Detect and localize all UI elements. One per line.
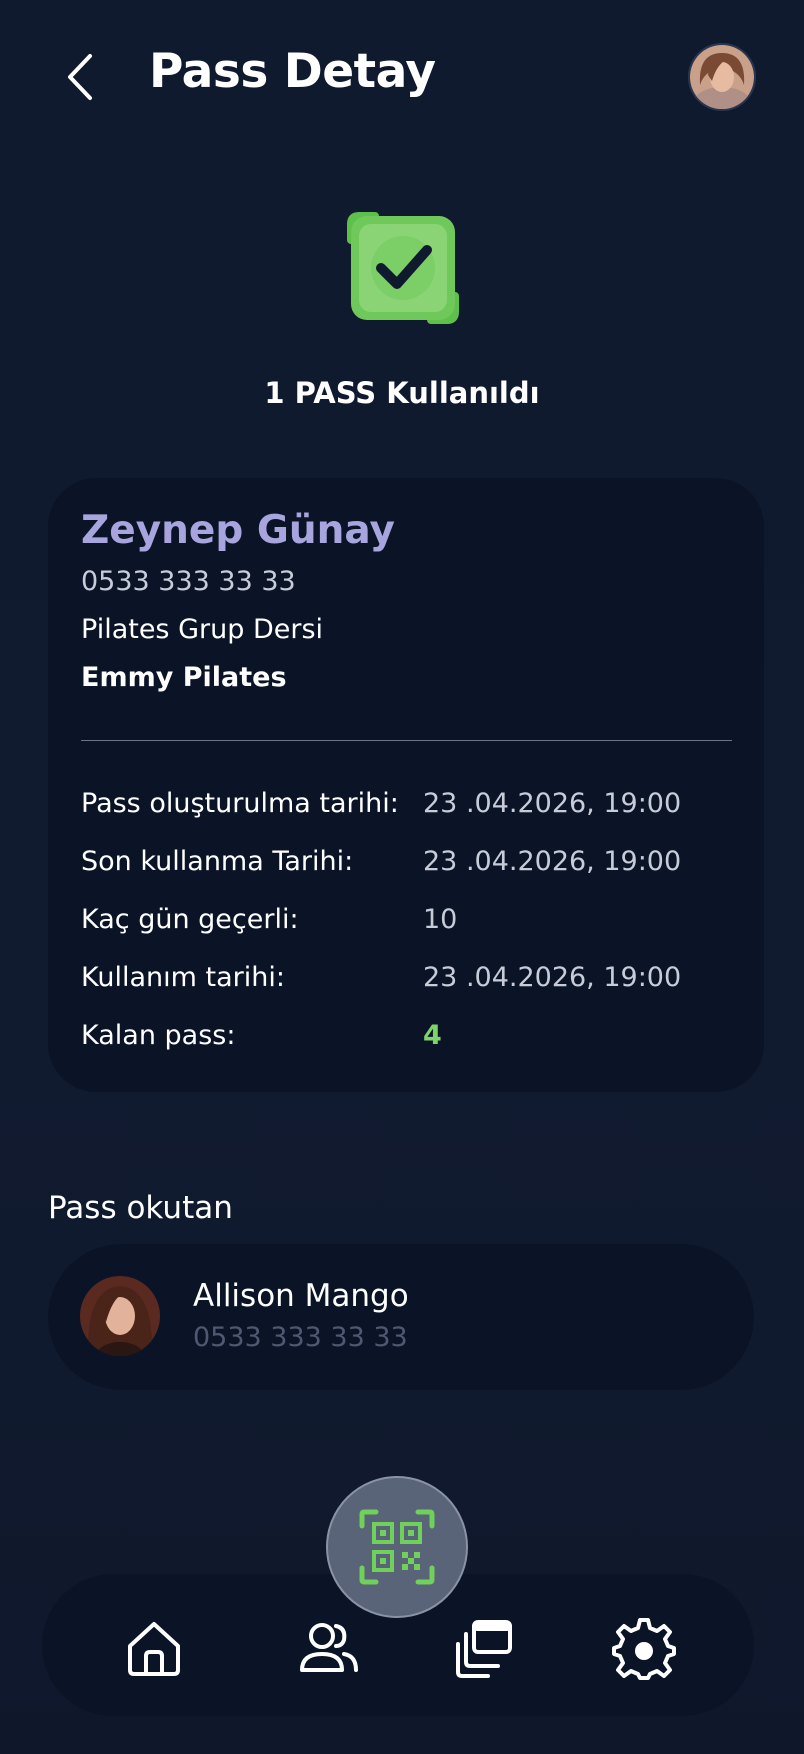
passes-icon	[456, 1620, 512, 1678]
remaining-pass-count: 4	[423, 1020, 442, 1051]
qr-scan-icon	[359, 1509, 435, 1585]
detail-label: Son kullanma Tarihi:	[81, 846, 354, 877]
header: Pass Detay	[0, 0, 804, 160]
member-phone: 0533 333 33 33	[81, 566, 296, 597]
scanner-phone: 0533 333 33 33	[193, 1322, 408, 1353]
pass-detail-card: Zeynep Günay 0533 333 33 33 Pilates Grup…	[48, 478, 764, 1092]
detail-label: Kalan pass:	[81, 1020, 236, 1051]
chevron-left-icon	[68, 54, 92, 100]
divider	[81, 740, 732, 741]
detail-row-validity: Kaç gün geçerli: 10	[81, 904, 741, 944]
detail-label: Pass oluşturulma tarihi:	[81, 788, 399, 819]
nav-passes[interactable]	[452, 1616, 516, 1680]
member-name: Zeynep Günay	[81, 508, 395, 553]
section-title: Pass okutan	[48, 1190, 233, 1226]
detail-value: 10	[423, 904, 458, 935]
detail-value: 23 .04.2026, 19:00	[423, 962, 682, 993]
detail-label: Kaç gün geçerli:	[81, 904, 299, 935]
back-button[interactable]	[62, 50, 102, 104]
detail-row-expiry: Son kullanma Tarihi: 23 .04.2026, 19:00	[81, 846, 741, 886]
nav-users[interactable]	[296, 1616, 360, 1680]
detail-row-remaining: Kalan pass: 4	[81, 1020, 741, 1060]
detail-value: 23 .04.2026, 19:00	[423, 788, 682, 819]
service-name: Pilates Grup Dersi	[81, 614, 324, 645]
profile-avatar[interactable]	[688, 43, 756, 111]
page-title: Pass Detay	[149, 44, 436, 99]
users-icon	[300, 1623, 358, 1672]
qr-scan-button[interactable]	[326, 1476, 468, 1618]
detail-row-created: Pass oluşturulma tarihi: 23 .04.2026, 19…	[81, 788, 741, 828]
nav-home[interactable]	[122, 1616, 186, 1680]
detail-value: 23 .04.2026, 19:00	[423, 846, 682, 877]
studio-name: Emmy Pilates	[81, 662, 287, 693]
avatar	[80, 1276, 160, 1356]
home-icon	[128, 1622, 180, 1676]
settings-icon	[612, 1618, 676, 1680]
nav-settings[interactable]	[612, 1616, 676, 1680]
scanner-card[interactable]: Allison Mango 0533 333 33 33	[48, 1244, 754, 1390]
check-square-icon	[345, 210, 461, 326]
detail-row-usage: Kullanım tarihi: 23 .04.2026, 19:00	[81, 962, 741, 1002]
scanner-name: Allison Mango	[193, 1278, 409, 1314]
status-text: 1 PASS Kullanıldı	[264, 376, 540, 410]
detail-label: Kullanım tarihi:	[81, 962, 285, 993]
